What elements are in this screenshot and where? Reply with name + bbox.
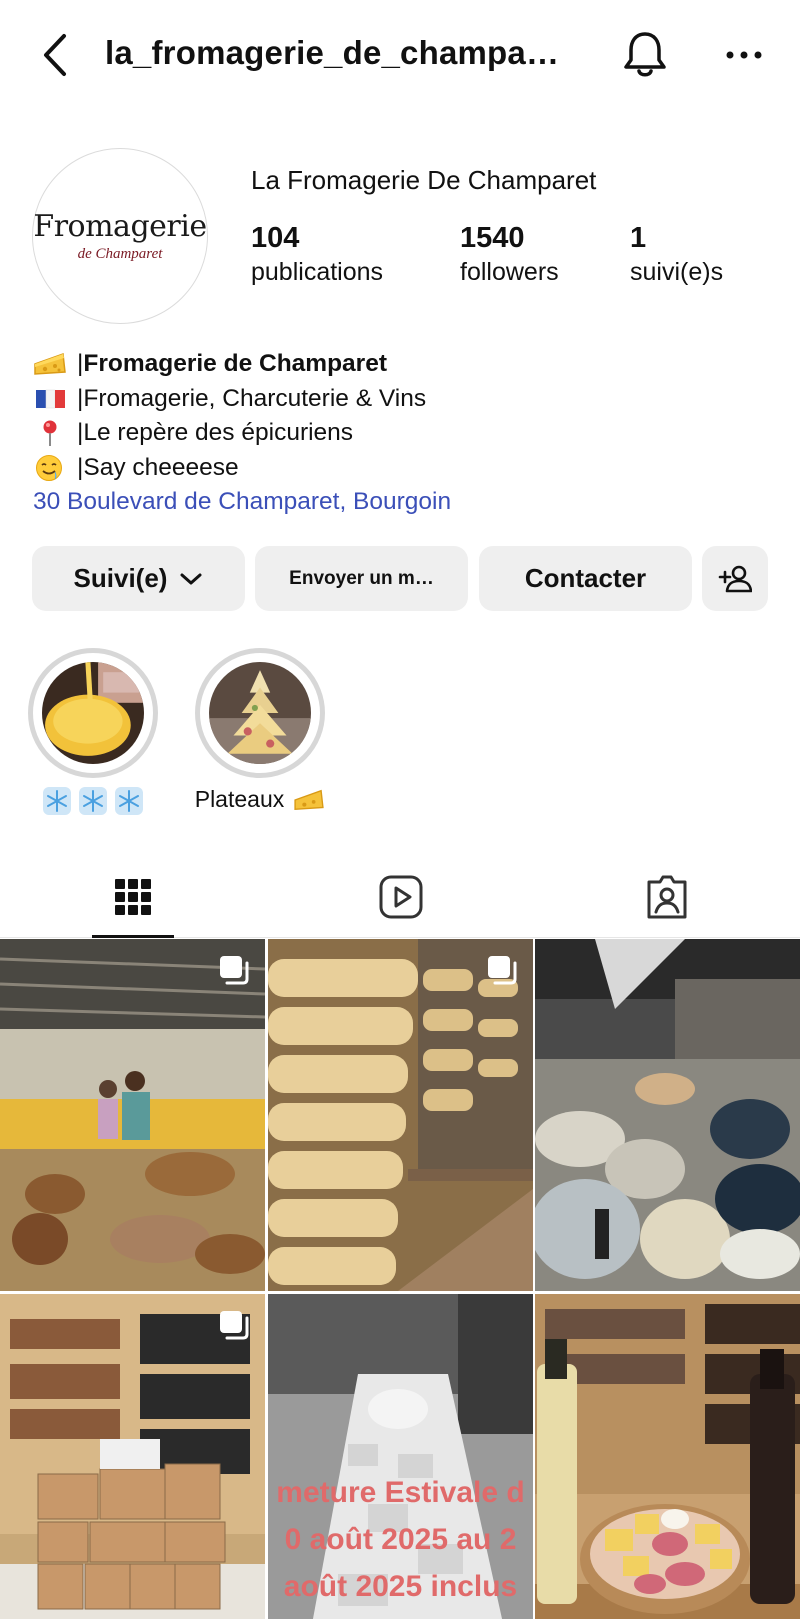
highlight-cover-plateaux xyxy=(209,662,311,764)
highlight-ring[interactable] xyxy=(195,648,325,778)
post-thumbnail-wine-boxes[interactable] xyxy=(0,1294,265,1619)
profile-username: la_fromagerie_de_champa… xyxy=(105,34,560,71)
post-image xyxy=(0,1294,265,1619)
reels-icon xyxy=(379,875,423,918)
bio-line: | Le repère des épicuriens xyxy=(33,416,773,451)
highlight-label-text: Plateaux xyxy=(194,786,285,812)
france-flag-icon xyxy=(36,389,65,408)
profile-avatar[interactable]: Fromagerie de Champaret xyxy=(32,148,208,324)
tagged-icon xyxy=(647,875,687,918)
snowflake-icon xyxy=(79,787,107,815)
grid-icon xyxy=(115,878,151,915)
post-image xyxy=(535,1294,800,1619)
overlay-line: 0 août 2025 au 2 xyxy=(284,1523,517,1556)
chevron-down-icon xyxy=(180,573,202,584)
multiple-photos-icon xyxy=(488,956,517,985)
following-button[interactable]: Suivi(e) xyxy=(32,546,245,611)
multiple-photos-icon xyxy=(220,956,249,985)
bio-line-text: Fromagerie, Charcuterie & Vins xyxy=(83,384,427,412)
pin-icon xyxy=(43,420,57,447)
following-button-label: Suivi(e) xyxy=(73,563,168,593)
posts-grid: meture Estivale d 0 août 2025 au 2 août … xyxy=(0,939,800,1619)
overlay-line: meture Estivale d xyxy=(276,1476,525,1509)
display-name: La Fromagerie De Champaret xyxy=(251,165,597,195)
message-button[interactable]: Envoyer un m… xyxy=(255,546,468,611)
post-thumbnail-cheese-cellar[interactable] xyxy=(268,939,533,1291)
post-image xyxy=(0,939,265,1291)
highlight-item[interactable] xyxy=(28,648,158,778)
tab-tagged[interactable] xyxy=(626,855,708,938)
chevron-left-icon[interactable] xyxy=(38,30,74,80)
highlight-label-plateaux: Plateaux xyxy=(188,786,333,813)
address-link[interactable]: 30 Boulevard de Champaret, Bourgoin xyxy=(33,485,773,519)
avatar-logo-text: Fromagerie xyxy=(33,209,207,244)
more-horizontal-icon[interactable] xyxy=(724,40,764,70)
snowflake-icon xyxy=(115,787,143,815)
message-button-label: Envoyer un m… xyxy=(289,567,434,589)
bell-icon[interactable] xyxy=(620,28,670,80)
post-thumbnail-summer-closure[interactable]: meture Estivale d 0 août 2025 au 2 août … xyxy=(268,1294,533,1619)
posts-count: 104 xyxy=(251,222,300,254)
bio-line-text: Fromagerie de Champaret xyxy=(83,350,387,378)
post-thumbnail-charcuterie-board[interactable] xyxy=(535,1294,800,1619)
profile-tabs xyxy=(0,855,800,938)
following-label: suivi(e)s xyxy=(630,258,724,286)
bio-line: | Say cheeeese xyxy=(33,451,773,486)
bio-line: | Fromagerie de Champaret xyxy=(33,347,773,382)
highlight-cover-fondue xyxy=(42,662,144,764)
add-user-button[interactable] xyxy=(702,546,768,611)
following-count: 1 xyxy=(630,222,647,254)
posts-label: publications xyxy=(251,258,384,286)
followers-label: followers xyxy=(460,258,559,286)
stat-followers[interactable]: 1540 followers xyxy=(460,222,559,287)
snowflake-icon xyxy=(43,787,71,815)
post-overlay-text: meture Estivale d 0 août 2025 au 2 août … xyxy=(268,1469,533,1610)
avatar-logo-subtext: de Champaret xyxy=(77,246,163,262)
highlight-item[interactable] xyxy=(195,648,325,778)
post-image xyxy=(535,939,800,1291)
top-bar: la_fromagerie_de_champa… xyxy=(0,0,800,112)
bio-line: | Fromagerie, Charcuterie & Vins xyxy=(33,382,773,417)
post-image xyxy=(268,939,533,1291)
cheese-icon xyxy=(34,353,66,376)
highlight-label-snowflakes xyxy=(30,786,156,816)
cheese-icon xyxy=(294,789,324,810)
add-user-icon xyxy=(718,565,752,592)
multiple-photos-icon xyxy=(220,1311,249,1340)
stat-following[interactable]: 1 suivi(e)s xyxy=(630,222,723,287)
overlay-line: août 2025 inclus xyxy=(283,1570,518,1603)
bio-line-text: Le repère des épicuriens xyxy=(83,419,354,447)
bio-line-text: Say cheeeese xyxy=(83,453,239,481)
followers-count: 1540 xyxy=(460,222,525,254)
bio: | Fromagerie de Champaret | Fromagerie, … xyxy=(33,347,773,519)
contact-button-label: Contacter xyxy=(524,563,647,593)
stat-posts: 104 publications xyxy=(251,222,383,287)
post-thumbnail-goats[interactable] xyxy=(0,939,265,1291)
tab-reels[interactable] xyxy=(360,855,442,938)
active-tab-indicator xyxy=(92,935,174,938)
highlight-ring[interactable] xyxy=(28,648,158,778)
drooling-face-icon xyxy=(36,454,62,481)
post-thumbnail-cheese-counter[interactable] xyxy=(535,939,800,1291)
contact-button[interactable]: Contacter xyxy=(479,546,692,611)
tab-grid[interactable] xyxy=(92,855,174,938)
